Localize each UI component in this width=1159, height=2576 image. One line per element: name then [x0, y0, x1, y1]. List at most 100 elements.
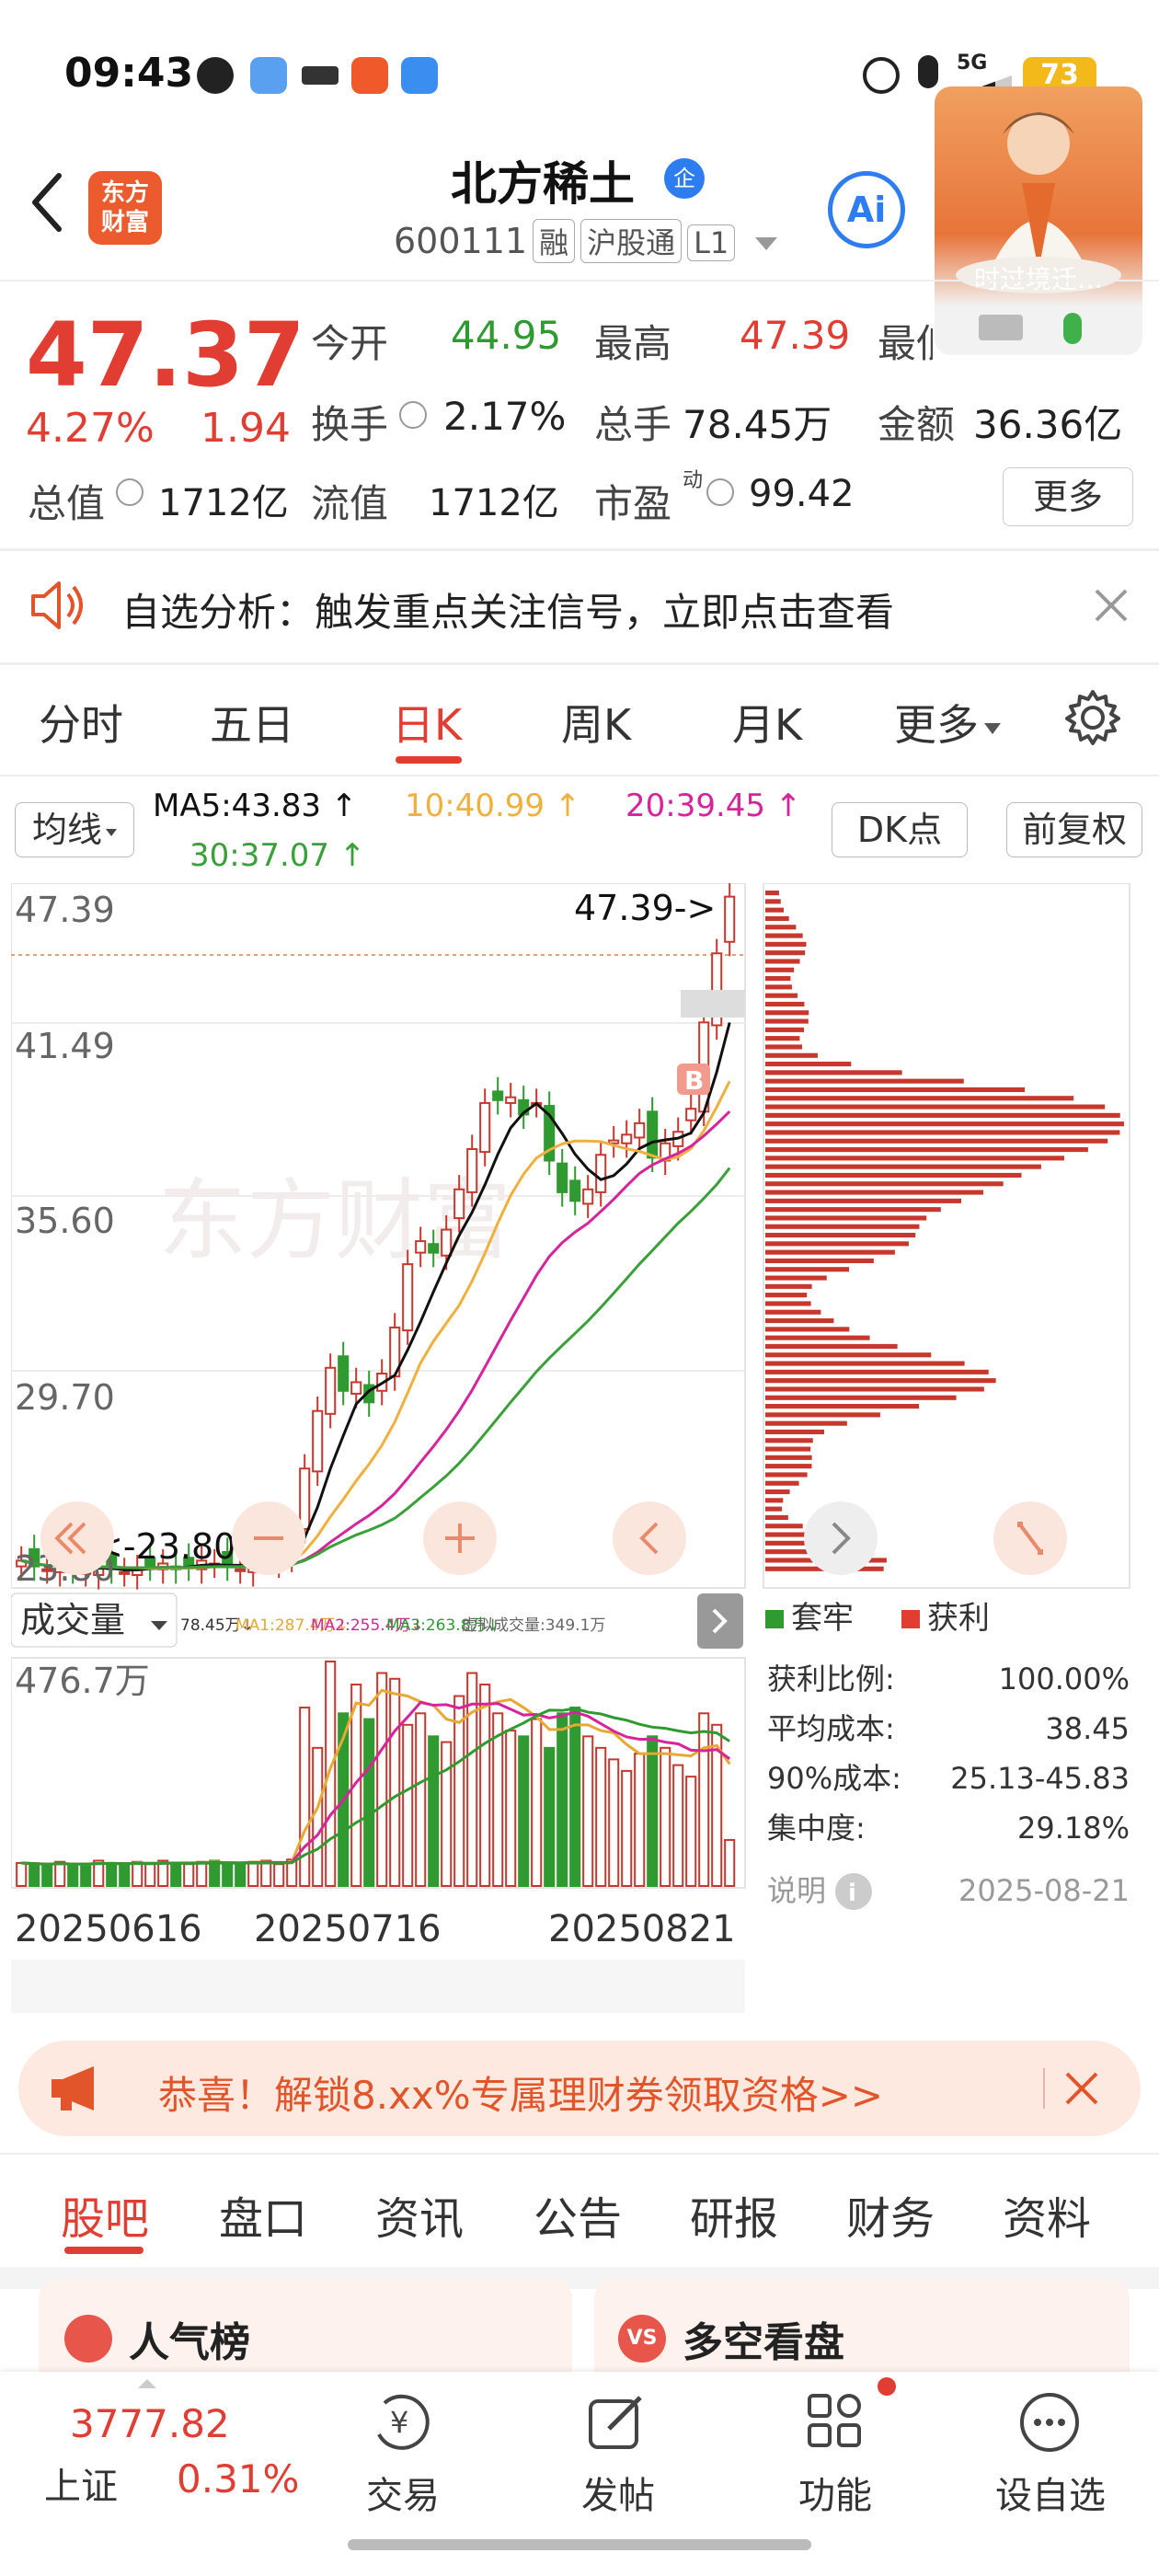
distribution-bar	[765, 1369, 989, 1374]
more-quote-button[interactable]: 更多	[1003, 467, 1133, 526]
tab-research[interactable]: 研报	[690, 2182, 778, 2247]
dropdown-triangle-icon[interactable]	[755, 236, 778, 250]
distribution-bar	[765, 1207, 941, 1213]
stock-name[interactable]: 北方稀土	[451, 147, 635, 213]
x-tick-label: 20250616	[15, 1908, 202, 1950]
settings-gear-icon[interactable]	[1063, 688, 1122, 747]
tab-more[interactable]: 更多	[894, 692, 1001, 753]
close-icon[interactable]	[1063, 2070, 1100, 2107]
promo-text[interactable]: 恭喜！解锁8.xx%专属理财券领取资格>>	[158, 2064, 883, 2121]
video-caption: 时过境迁…	[973, 264, 1103, 294]
collapse-panel-button[interactable]	[697, 1593, 743, 1649]
candle-body	[428, 1243, 440, 1254]
candle-body	[505, 1096, 517, 1104]
tab-five-day[interactable]: 五日	[210, 692, 294, 753]
cost90-label: 90%成本:	[767, 1761, 901, 1796]
popularity-title[interactable]: 人气榜	[129, 2309, 250, 2368]
distribution-bar	[765, 976, 791, 982]
tab-profile[interactable]: 资料	[1003, 2182, 1091, 2247]
info-dots-icon[interactable]	[399, 401, 427, 429]
volume-bar	[428, 1735, 440, 1887]
distribution-bar	[765, 1395, 957, 1400]
adjust-price-button[interactable]: 前复权	[1006, 802, 1142, 857]
candle-body	[119, 1570, 131, 1575]
nav-watchlist[interactable]: 设自选	[958, 2466, 1142, 2519]
camera-icon[interactable]	[979, 315, 1023, 340]
expand-triangle-icon[interactable]	[138, 2379, 156, 2388]
tab-intraday[interactable]: 分时	[39, 692, 123, 753]
candle-body	[350, 1381, 362, 1395]
index-name[interactable]: 上证	[44, 2456, 118, 2510]
kline-chart[interactable]: 东方财富 47.39 41.49 35.60 29.70 23.80 47.39…	[11, 883, 1148, 2017]
post-edit-icon[interactable]	[585, 2390, 649, 2455]
volume-bar	[106, 1861, 118, 1888]
trade-yen-icon[interactable]: ¥	[366, 2390, 440, 2455]
volume-bar	[67, 1865, 79, 1887]
ma10-value: 10:40.99 ↑	[405, 788, 581, 824]
floating-video-window[interactable]: 时过境迁…	[935, 86, 1142, 355]
add-watchlist-icon[interactable]	[1017, 2390, 1082, 2455]
tab-forum[interactable]: 股吧	[61, 2182, 149, 2247]
functions-grid-icon[interactable]	[804, 2390, 868, 2455]
step-back-icon[interactable]	[613, 1501, 686, 1575]
candle-body	[325, 1366, 337, 1415]
notice-text[interactable]: 自选分析：触发重点关注信号，立即点击查看	[121, 581, 894, 638]
moving-average-lines	[20, 1022, 731, 1571]
candle-body	[724, 895, 736, 943]
ma5-value: MA5:43.83 ↑	[153, 788, 358, 824]
nav-functions[interactable]: 功能	[743, 2466, 927, 2519]
explain-label[interactable]: 说明	[767, 1873, 826, 1908]
ai-assistant-button[interactable]: Ai	[828, 171, 905, 248]
distribution-bar	[765, 1036, 800, 1041]
chart-scroll-area[interactable]	[11, 1960, 745, 2013]
volume-bar	[453, 1695, 465, 1887]
volume-bar	[402, 1723, 414, 1887]
volume-bar	[54, 1860, 66, 1887]
candle-body	[557, 1162, 568, 1193]
plane-icon	[302, 66, 339, 85]
candle-body	[569, 1179, 581, 1202]
tab-news[interactable]: 资讯	[375, 2182, 464, 2247]
distribution-bar	[765, 1489, 790, 1495]
distribution-bar	[765, 967, 795, 972]
volume-bar	[505, 1730, 517, 1887]
x-tick-label: 20250716	[254, 1908, 442, 1950]
distribution-bar	[765, 1455, 812, 1460]
volume-bar	[441, 1741, 453, 1887]
index-value[interactable]: 3777.82	[70, 2401, 230, 2446]
distribution-bar	[765, 1121, 1124, 1127]
tab-weekly-k[interactable]: 周K	[561, 692, 631, 753]
distribution-bar	[765, 1352, 932, 1358]
distribution-bar	[765, 1190, 984, 1195]
back-arrow-icon[interactable]	[28, 170, 64, 235]
high-value: 47.39	[740, 313, 851, 358]
tab-monthly-k[interactable]: 月K	[732, 692, 802, 753]
distribution-bar	[765, 1138, 1108, 1144]
float-label: 流值	[311, 481, 389, 526]
tag-margin: 融	[533, 219, 576, 263]
long-short-title[interactable]: 多空看盘	[683, 2309, 844, 2368]
tab-financials[interactable]: 财务	[846, 2182, 935, 2247]
distribution-bar	[765, 1096, 1074, 1101]
distribution-date: 2025-08-21	[958, 1873, 1130, 1908]
close-icon[interactable]	[1093, 587, 1130, 624]
home-indicator[interactable]	[348, 2539, 811, 2550]
nav-post[interactable]: 发帖	[526, 2466, 710, 2519]
index-change[interactable]: 0.31%	[177, 2456, 299, 2501]
dk-point-button[interactable]: DK点	[832, 802, 968, 857]
volume-bar	[16, 1861, 28, 1888]
step-forward-icon[interactable]	[804, 1501, 878, 1575]
tab-announcements[interactable]: 公告	[534, 2182, 622, 2247]
nav-trade[interactable]: 交易	[311, 2466, 495, 2519]
info-dots-icon[interactable]	[116, 478, 143, 506]
stock-code-row[interactable]: 600111 融沪股通 L1	[394, 219, 778, 263]
mic-active-icon[interactable]	[1063, 313, 1082, 344]
distribution-bar	[765, 1001, 805, 1007]
tab-order-book[interactable]: 盘口	[219, 2182, 307, 2247]
vs-icon: VS	[618, 2315, 666, 2363]
info-dots-icon[interactable]	[706, 478, 734, 506]
fast-back-icon[interactable]	[40, 1501, 114, 1575]
distribution-bar	[765, 1241, 909, 1247]
ma-toggle-button[interactable]: 均线	[15, 802, 134, 857]
tab-daily-k[interactable]: 日K	[392, 692, 462, 753]
